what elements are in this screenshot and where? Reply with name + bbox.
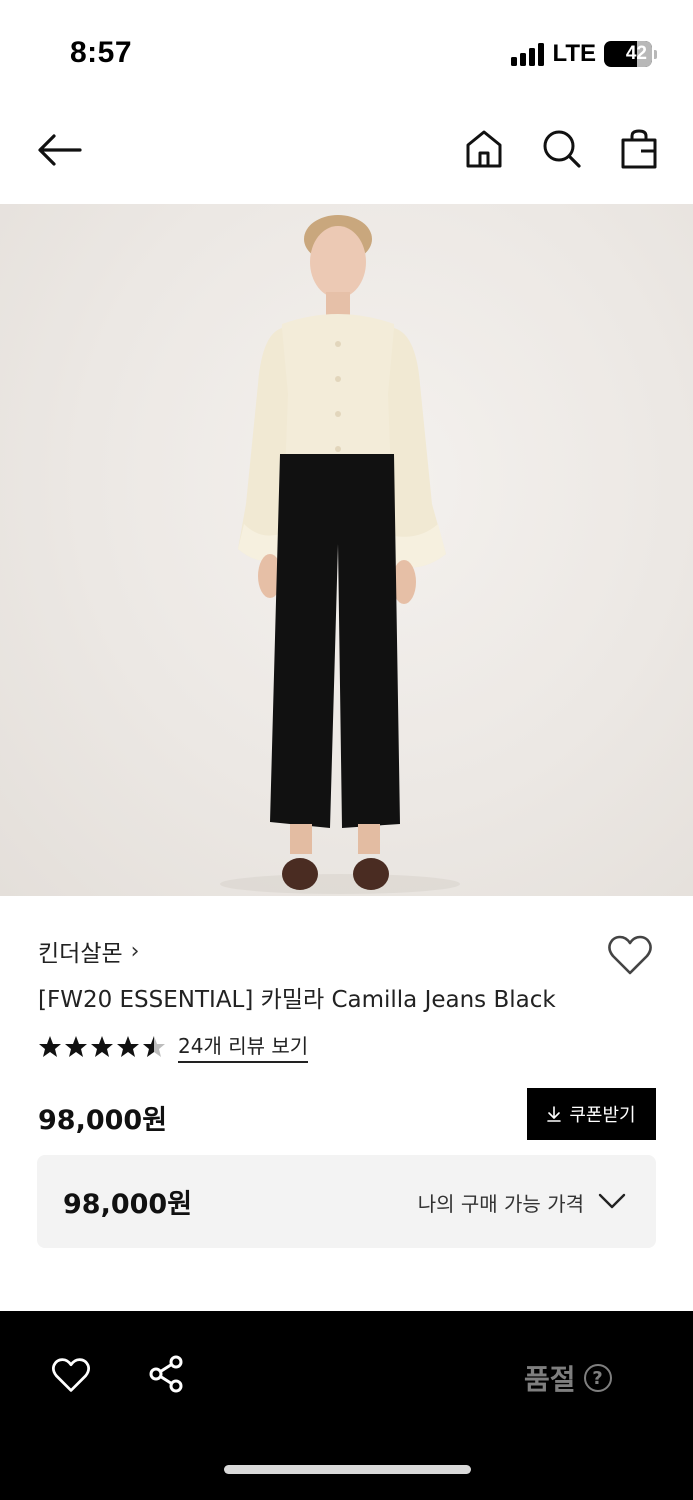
chevron-right-icon: › — [130, 938, 140, 964]
arrow-left-icon — [38, 134, 82, 166]
status-time: 8:57 — [70, 36, 133, 69]
back-button[interactable] — [34, 125, 84, 175]
wishlist-button[interactable] — [606, 932, 654, 978]
coupon-button[interactable]: 쿠폰받기 — [527, 1088, 656, 1140]
my-price-dropdown[interactable]: 98,000원 나의 구매 가능 가격 — [37, 1155, 656, 1248]
status-indicators: LTE 42 — [511, 40, 657, 68]
home-indicator — [224, 1465, 471, 1474]
share-button[interactable] — [146, 1353, 186, 1395]
model-photo — [220, 215, 460, 894]
star-icon — [39, 1035, 61, 1057]
search-icon — [543, 130, 581, 168]
my-price-value: 98,000원 — [63, 1189, 193, 1220]
star-icon — [65, 1035, 87, 1057]
share-icon — [149, 1355, 183, 1393]
product-price: 98,000원 — [38, 1105, 168, 1136]
top-navigation — [0, 100, 693, 204]
chevron-down-icon — [598, 1193, 626, 1209]
product-image[interactable] — [0, 204, 693, 896]
soldout-label: 품절 — [524, 1363, 576, 1396]
heart-icon — [608, 935, 652, 975]
brand-name: 킨더살몬 — [38, 941, 123, 967]
status-bar: 8:57 LTE 42 — [0, 0, 693, 100]
cart-button[interactable] — [618, 125, 660, 173]
bottom-wishlist-button[interactable] — [50, 1355, 92, 1395]
star-rating — [38, 1035, 166, 1059]
help-icon[interactable]: ? — [583, 1364, 612, 1392]
star-half-icon — [143, 1035, 165, 1057]
home-button[interactable] — [462, 125, 506, 173]
download-icon — [547, 1106, 562, 1122]
star-icon — [91, 1035, 113, 1057]
star-icon — [117, 1035, 139, 1057]
heart-icon — [52, 1358, 90, 1392]
product-title: [FW20 ESSENTIAL] 카밀라 Camilla Jeans Black — [38, 987, 556, 1013]
battery-icon: 42 — [604, 41, 652, 67]
network-label: LTE — [552, 40, 596, 67]
rating-row: 24개 리뷰 보기 — [38, 1030, 309, 1063]
coupon-label: 쿠폰받기 — [569, 1105, 636, 1126]
shopping-bag-icon — [621, 129, 657, 169]
soldout-status: 품절 ? — [524, 1358, 612, 1398]
my-price-label: 나의 구매 가능 가격 — [417, 1192, 584, 1216]
brand-link[interactable]: 킨더살몬 › — [38, 934, 139, 968]
home-icon — [466, 130, 502, 168]
signal-icon — [511, 42, 545, 66]
battery-level: 42 — [625, 43, 647, 64]
review-link[interactable]: 24개 리뷰 보기 — [178, 1030, 309, 1063]
search-button[interactable] — [539, 125, 585, 173]
